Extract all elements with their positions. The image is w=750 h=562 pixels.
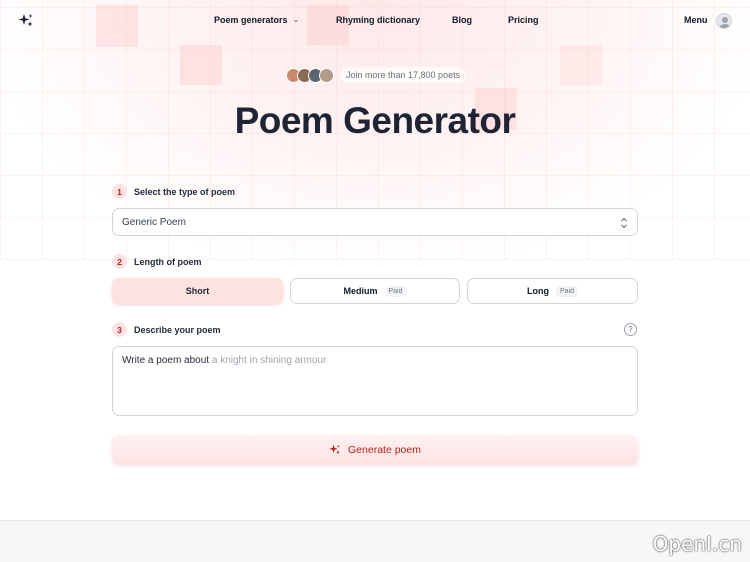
background-tile	[180, 45, 222, 85]
menu-button[interactable]: Menu	[684, 15, 708, 25]
step-describe: 3 Describe your poem	[112, 322, 221, 337]
step-number: 1	[112, 184, 127, 199]
footer	[0, 520, 750, 562]
watermark: OpenI.cn	[652, 532, 742, 556]
sparkles-icon	[329, 444, 340, 454]
generate-poem-button[interactable]: Generate poem	[112, 435, 638, 464]
poem-description-input[interactable]: Write a poem about a knight in shining a…	[112, 346, 638, 416]
step-length: 2 Length of poem	[112, 254, 202, 269]
description-placeholder: a knight in shining armour	[211, 355, 327, 366]
generate-label: Generate poem	[348, 443, 421, 456]
nav-poem-generators[interactable]: Poem generators ⌄	[214, 15, 299, 25]
user-avatar-icon[interactable]	[716, 13, 732, 29]
length-short-button[interactable]: Short	[112, 278, 283, 304]
nav-blog[interactable]: Blog	[452, 15, 472, 25]
page-title: Poem Generator	[234, 100, 516, 141]
poem-type-value: Generic Poem	[122, 216, 186, 228]
length-label: Short	[185, 286, 210, 296]
social-proof: Join more than 17,800 poets	[286, 66, 467, 84]
step-number: 3	[112, 322, 127, 337]
avatar	[319, 67, 334, 83]
top-navigation: Poem generators ⌄ Rhyming dictionary Blog…	[0, 0, 750, 42]
description-prefix: Write a poem about	[122, 355, 210, 366]
step-select-type: 1 Select the type of poem	[112, 184, 235, 199]
step-label: Describe your poem	[134, 324, 221, 335]
poem-type-select[interactable]: Generic Poem	[112, 208, 638, 236]
nav-rhyming-dictionary[interactable]: Rhyming dictionary	[336, 15, 420, 25]
social-proof-text: Join more than 17,800 poets	[340, 67, 467, 83]
chevron-down-icon: ⌄	[292, 15, 300, 24]
paid-badge: Paid	[555, 285, 578, 297]
length-label: Long	[526, 286, 549, 296]
nav-label: Poem generators	[214, 15, 288, 25]
nav-pricing[interactable]: Pricing	[508, 15, 539, 25]
help-icon[interactable]: ?	[624, 323, 637, 336]
step-label: Length of poem	[134, 256, 202, 267]
sparkles-icon[interactable]	[18, 13, 34, 29]
length-medium-button[interactable]: Medium Paid	[290, 278, 460, 304]
background-tile	[560, 45, 602, 85]
length-long-button[interactable]: Long Paid	[467, 278, 638, 304]
step-label: Select the type of poem	[134, 186, 236, 197]
length-label: Medium	[343, 286, 378, 296]
step-number: 2	[112, 254, 127, 269]
paid-badge: Paid	[384, 285, 407, 297]
chevron-up-down-icon	[621, 217, 627, 229]
